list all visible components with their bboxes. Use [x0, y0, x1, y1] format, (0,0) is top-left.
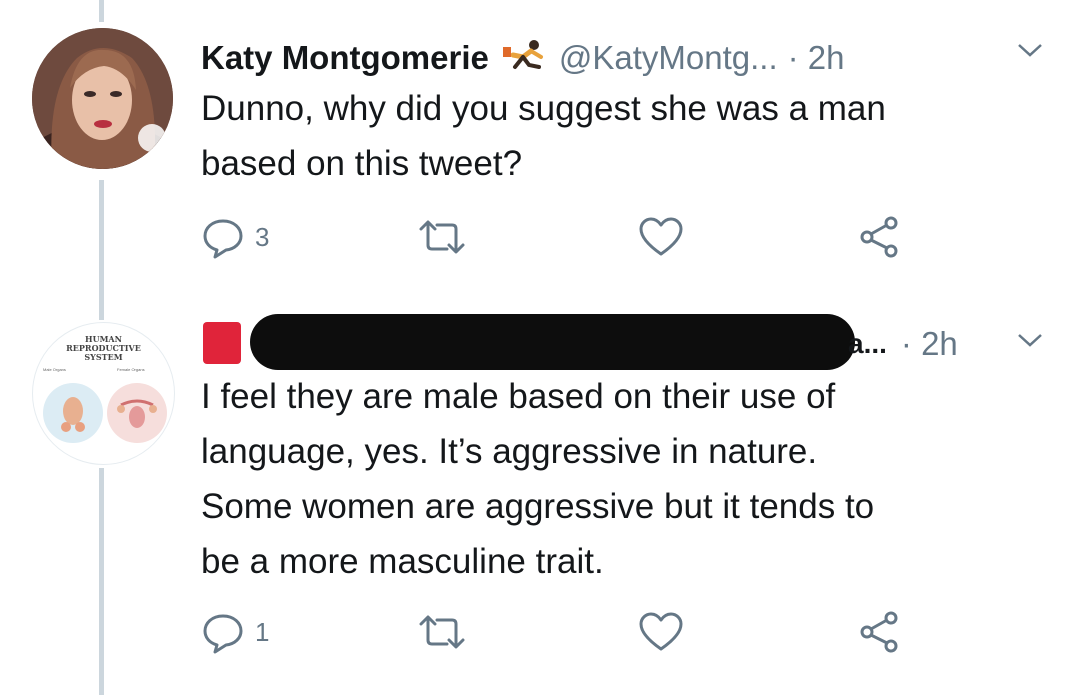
retweet-button[interactable] — [417, 215, 467, 259]
tweet-1-text: Dunno, why did you suggest she was a man… — [201, 81, 1031, 191]
heart-icon — [638, 610, 684, 654]
portrait-image — [32, 28, 173, 169]
reply-count: 1 — [255, 616, 270, 647]
redaction-black-bar — [250, 314, 855, 370]
text-line: Dunno, why did you suggest she was a man — [201, 89, 886, 128]
like-button[interactable] — [638, 215, 684, 259]
text-line: based on this tweet? — [201, 144, 523, 183]
heart-icon — [638, 215, 684, 259]
text-line: be a more masculine trait. — [201, 542, 604, 581]
chevron-down-icon[interactable] — [1015, 330, 1045, 355]
share-icon — [857, 610, 903, 654]
avatar-reproductive-system[interactable]: HUMAN REPRODUCTIVE SYSTEM Male Organs Fe… — [32, 322, 175, 465]
reply-icon — [201, 610, 245, 654]
share-button[interactable] — [857, 215, 903, 259]
running-figure-emoji-icon — [501, 37, 551, 79]
tweet-1-actions: 3 — [201, 215, 921, 265]
retweet-icon — [417, 215, 467, 259]
tweet-2-header: a... · 2h — [848, 322, 958, 366]
redaction-red-square — [203, 322, 241, 364]
tweet-2-actions: 1 — [201, 610, 921, 660]
share-icon — [857, 215, 903, 259]
text-line: Some women are aggressive but it tends t… — [201, 487, 875, 526]
display-name[interactable]: Katy Montgomerie — [201, 39, 489, 77]
share-button[interactable] — [857, 610, 903, 654]
anatomy-illustration — [43, 383, 167, 443]
retweet-icon — [417, 610, 467, 654]
tweet-2-text: I feel they are male based on their use … — [201, 369, 1031, 589]
thread-line-bottom — [99, 468, 104, 695]
thread-line-top — [99, 0, 104, 22]
like-button[interactable] — [638, 610, 684, 654]
timestamp[interactable]: · 2h — [901, 325, 958, 363]
timestamp[interactable]: · 2h — [788, 39, 845, 77]
reply-count: 3 — [255, 221, 270, 252]
reply-icon — [201, 215, 245, 259]
avatar-katy[interactable] — [32, 28, 173, 169]
chevron-down-icon[interactable] — [1015, 40, 1045, 65]
thread-line-middle — [99, 180, 104, 320]
retweet-button[interactable] — [417, 610, 467, 654]
text-line: language, yes. It’s aggressive in nature… — [201, 432, 818, 471]
handle[interactable]: @KatyMontg... — [559, 39, 778, 77]
handle-tail[interactable]: a... — [848, 328, 887, 360]
reply-button[interactable]: 3 — [201, 215, 269, 259]
tweet-1-header: Katy Montgomerie @KatyMontg... · 2h — [201, 36, 845, 80]
text-line: I feel they are male based on their use … — [201, 377, 836, 416]
reply-button[interactable]: 1 — [201, 610, 269, 654]
